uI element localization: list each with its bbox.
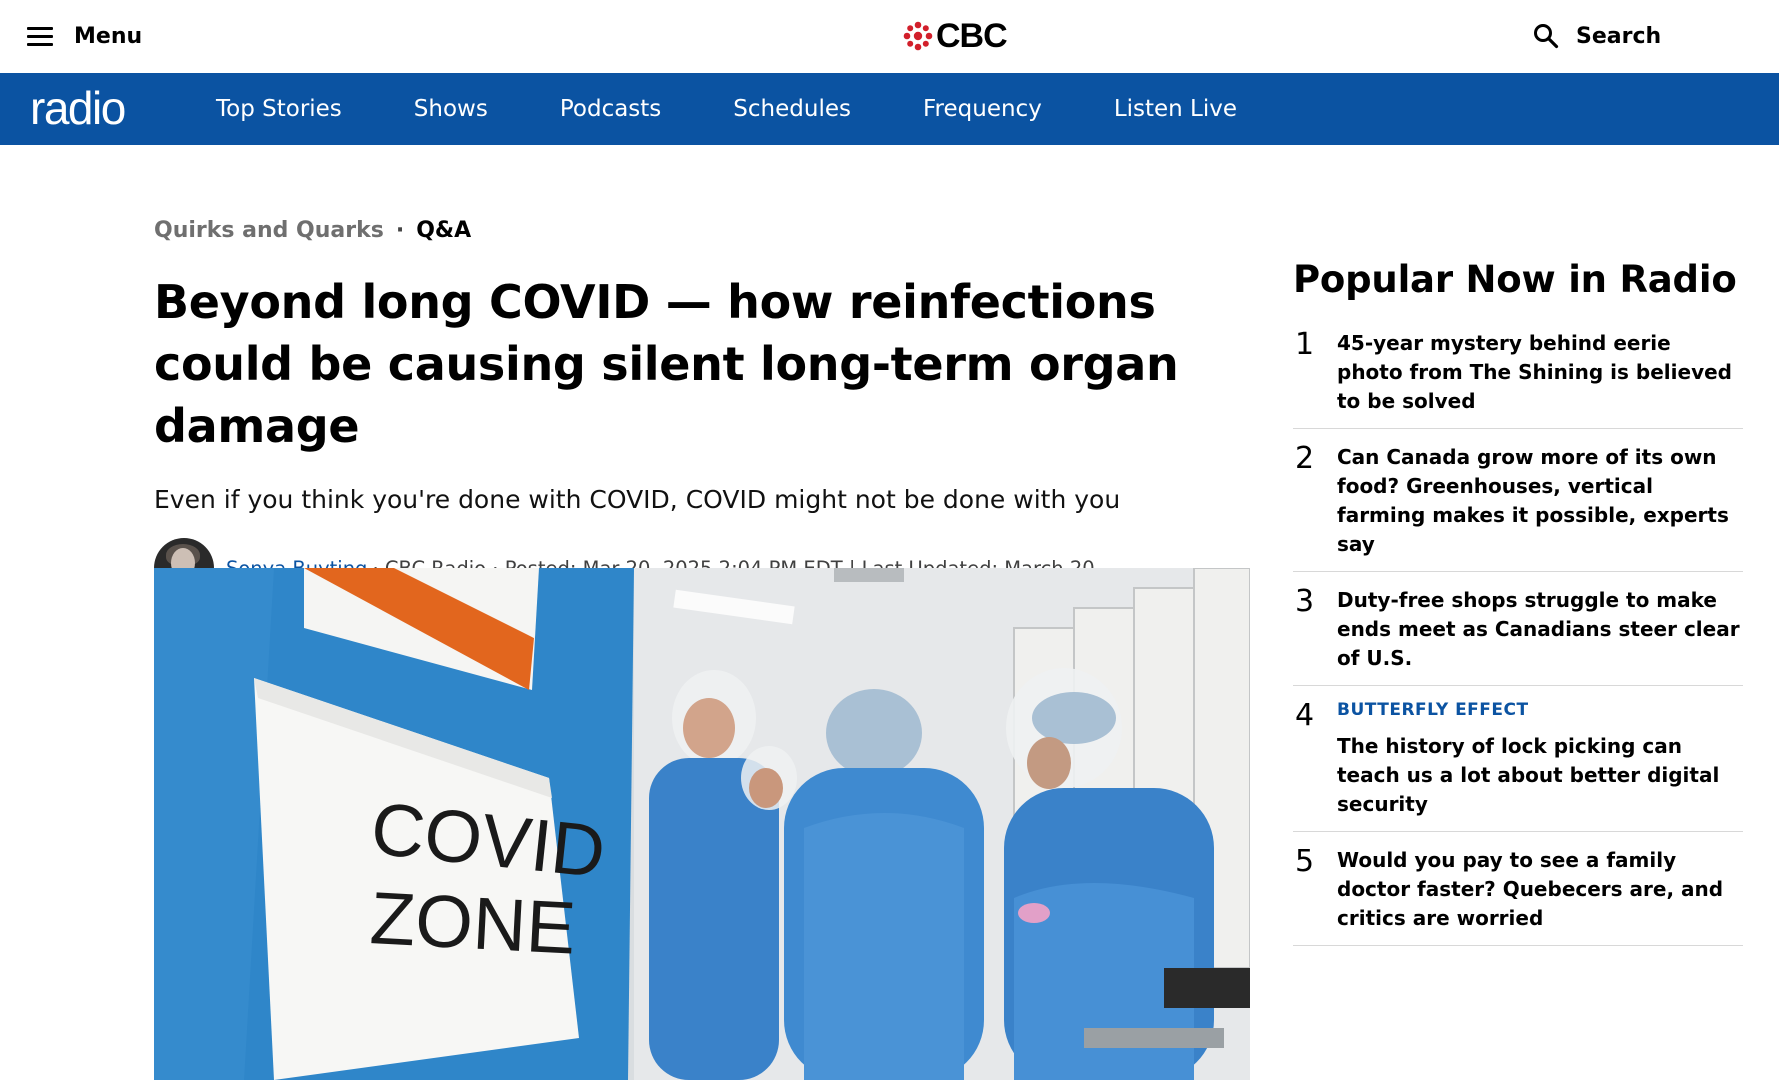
popular-rank: 3: [1295, 584, 1315, 619]
search-label: Search: [1576, 23, 1662, 49]
search-button[interactable]: Search: [1533, 18, 1661, 54]
cbc-logo[interactable]: CBC: [903, 16, 1008, 55]
breadcrumb-separator: ·: [395, 218, 405, 243]
sidebar-title: Popular Now in Radio: [1293, 258, 1737, 301]
nav-schedules[interactable]: Schedules: [733, 96, 851, 122]
popular-headline[interactable]: Would you pay to see a family doctor fas…: [1337, 846, 1743, 933]
menu-button[interactable]: Menu: [27, 18, 142, 54]
popular-headline[interactable]: Duty-free shops struggle to make ends me…: [1337, 586, 1743, 673]
hamburger-icon: [27, 26, 53, 46]
search-icon: [1534, 24, 1559, 49]
popular-rank: 2: [1295, 441, 1315, 476]
popular-item-2[interactable]: 2 Can Canada grow more of its own food? …: [1293, 429, 1743, 572]
popular-kicker[interactable]: BUTTERFLY EFFECT: [1337, 700, 1743, 720]
popular-item-3[interactable]: 3 Duty-free shops struggle to make ends …: [1293, 572, 1743, 686]
popular-headline[interactable]: The history of lock picking can teach us…: [1337, 732, 1743, 819]
breadcrumb: Quirks and Quarks · Q&A: [154, 218, 1250, 243]
popular-item-4[interactable]: 4 BUTTERFLY EFFECT The history of lock p…: [1293, 686, 1743, 832]
radio-brand-logo[interactable]: radio: [30, 81, 126, 135]
radio-nav-bar: radio Top Stories Shows Podcasts Schedul…: [0, 73, 1779, 145]
nav-top-stories[interactable]: Top Stories: [216, 96, 342, 122]
popular-item-5[interactable]: 5 Would you pay to see a family doctor f…: [1293, 832, 1743, 946]
nav-podcasts[interactable]: Podcasts: [560, 96, 661, 122]
popular-rank: 1: [1295, 327, 1315, 362]
sign-text-zone: ZONE: [368, 876, 578, 970]
hero-image: COVID ZONE: [154, 568, 1250, 1080]
menu-label: Menu: [74, 23, 143, 49]
nav-shows[interactable]: Shows: [414, 96, 488, 122]
article: Quirks and Quarks · Q&A Beyond long COVI…: [154, 218, 1250, 598]
nav-frequency[interactable]: Frequency: [923, 96, 1042, 122]
popular-list: 1 45-year mystery behind eerie photo fro…: [1293, 315, 1743, 946]
logo-text: CBC: [936, 16, 1008, 55]
show-link[interactable]: Quirks and Quarks: [154, 218, 384, 243]
article-deck: Even if you think you're done with COVID…: [154, 485, 1121, 514]
article-type-link[interactable]: Q&A: [416, 218, 471, 243]
nav-listen-live[interactable]: Listen Live: [1114, 96, 1237, 122]
popular-headline[interactable]: Can Canada grow more of its own food? Gr…: [1337, 443, 1743, 559]
popular-rank: 5: [1295, 844, 1315, 879]
popular-rank: 4: [1295, 698, 1315, 733]
nav-menu: Top Stories Shows Podcasts Schedules Fre…: [216, 73, 1309, 145]
site-header: Menu CBC Search: [0, 0, 1779, 73]
article-headline: Beyond long COVID — how reinfections cou…: [154, 275, 1179, 453]
cbc-gem-icon: [903, 21, 933, 51]
popular-sidebar: Popular Now in Radio 1 45-year mystery b…: [1293, 258, 1743, 946]
popular-item-1[interactable]: 1 45-year mystery behind eerie photo fro…: [1293, 315, 1743, 429]
popular-headline[interactable]: 45-year mystery behind eerie photo from …: [1337, 329, 1743, 416]
